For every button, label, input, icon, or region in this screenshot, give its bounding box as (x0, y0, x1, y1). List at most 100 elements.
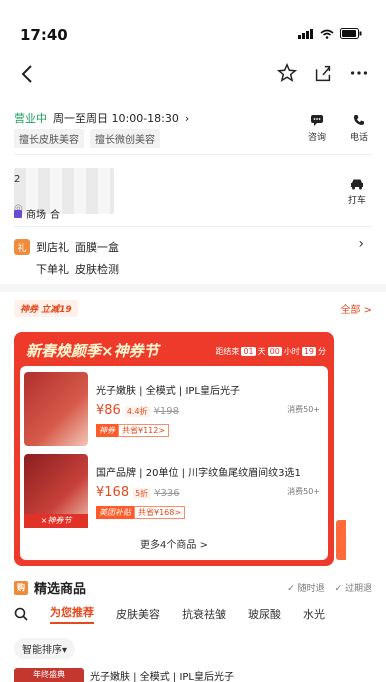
battery-icon (340, 28, 362, 39)
coupon-badge[interactable]: 神券 立减19 (14, 300, 78, 317)
product-price-row: ¥168 5折 ¥336 (96, 485, 180, 500)
category-tabs: 为您推荐 皮肤美容 抗衰祛皱 玻尿酸 水光 (14, 604, 325, 624)
countdown-hour-unit: 小时 (283, 347, 300, 356)
phone-label: 电话 (349, 133, 368, 143)
countdown-mins: 19 (301, 347, 316, 356)
tab-hyaluronic[interactable]: 玻尿酸 (248, 606, 281, 622)
product-sales: 消费50+ (287, 405, 320, 414)
product-ribbon: ×神券节 (24, 514, 88, 528)
gift-content: 面膜一盒 (75, 241, 119, 254)
product-price: ¥168 (96, 485, 130, 500)
product-thumbnail: 年终盛典 (14, 668, 84, 682)
product-name: 光子嫩肤 | 全模式 | IPL皇后光子 (90, 672, 235, 682)
promo-title: 新春焕颜季×神券节 (26, 342, 159, 360)
countdown-days: 01 (241, 347, 256, 356)
phone-icon (353, 115, 364, 125)
countdown-min-unit: 分 (318, 347, 326, 356)
contact-actions: 咨询 电话 (308, 114, 368, 143)
product-name: 光子嫩肤 | 全模式 | IPL皇后光子 (96, 386, 241, 397)
chevron-right-icon[interactable]: › (358, 236, 364, 252)
share-icon[interactable] (312, 62, 334, 84)
promo-card: 新春焕颜季×神券节 距结束 01 天 00 小时 19 分 光子嫩肤 | 全模式… (14, 332, 334, 566)
chevron-right-icon: › (184, 111, 190, 125)
mall-suffix: 合 (50, 210, 60, 221)
gift-type: 下单礼 (36, 263, 69, 276)
featured-section-header: 购 精选商品 ✓ 随时退 ✓ 过期退 (14, 578, 372, 597)
product-price: ¥86 (96, 403, 121, 418)
all-coupons-link[interactable]: 全部 > (340, 301, 372, 316)
section-title: 精选商品 (34, 582, 87, 597)
gift-type: 到店礼 (36, 241, 69, 254)
product-card[interactable]: ×神券节 国产品牌 | 20单位 | 川字纹鱼尾纹眉间纹3选1 ¥168 5折 … (24, 454, 324, 528)
gift-row: 下单礼 皮肤检测 (14, 258, 119, 280)
product-original-price: ¥336 (154, 488, 180, 499)
refund-flag-text: 过期退 (344, 584, 372, 594)
divider (14, 226, 372, 227)
consult-button[interactable]: 咨询 (308, 114, 326, 143)
consult-label: 咨询 (307, 133, 326, 143)
mall-label: 商场 (26, 210, 46, 221)
search-icon[interactable] (14, 607, 28, 621)
tab-recommended[interactable]: 为您推荐 (50, 604, 94, 624)
tab-hydra[interactable]: 水光 (303, 606, 325, 622)
product-original-price: ¥198 (153, 406, 180, 417)
tab-anti-aging[interactable]: 抗衰祛皱 (182, 606, 226, 622)
product-image (24, 372, 88, 446)
address-prefix: 2 (14, 174, 21, 185)
store-tags: 擅长皮肤美容 擅长微创美容 (14, 129, 160, 148)
countdown: 距结束 01 天 00 小时 19 分 (215, 346, 326, 357)
status-icons (298, 28, 362, 39)
business-hours[interactable]: 营业中 周一至周日 10:00-18:30 › (14, 110, 189, 126)
refund-flag: ✓ 过期退 (334, 584, 372, 594)
shop-badge-icon: 购 (14, 580, 28, 595)
product-image: ×神券节 (24, 454, 88, 528)
subsidy-tag: 美团补贴 (96, 506, 134, 519)
back-icon[interactable] (16, 62, 40, 86)
refund-flag-text: 随时退 (297, 584, 325, 594)
product-price-row: ¥86 4.4折 ¥198 (96, 403, 179, 418)
open-status: 营业中 (14, 112, 47, 125)
chat-icon (310, 115, 323, 126)
taxi-label: 打车 (347, 196, 366, 206)
wifi-icon (320, 29, 334, 39)
product-discount: 4.4折 (124, 406, 150, 417)
promo-product-list: 光子嫩肤 | 全模式 | IPL皇后光子 ¥86 4.4折 ¥198 神券 共省… (20, 366, 328, 560)
taxi-button[interactable]: 打车 (348, 178, 366, 206)
product-list-item[interactable]: 年终盛典 光子嫩肤 | 全模式 | IPL皇后光子 (14, 668, 372, 682)
gift-section[interactable]: 礼 到店礼 面膜一盒 下单礼 皮肤检测 (14, 236, 119, 280)
section-divider (0, 284, 386, 292)
phone-button[interactable]: 电话 (350, 114, 368, 143)
status-bar: 17:40 (0, 0, 386, 56)
side-promo-tab[interactable] (336, 520, 346, 560)
favorite-star-icon[interactable] (276, 62, 298, 84)
product-tags: 神券 共省¥112> (96, 424, 170, 437)
gift-badge-icon: 礼 (14, 239, 30, 255)
nav-actions (276, 62, 370, 84)
more-icon[interactable] (348, 62, 370, 84)
nav-bar (0, 56, 386, 96)
sort-dropdown[interactable]: 智能排序▾ (14, 638, 76, 659)
gift-row: 礼 到店礼 面膜一盒 (14, 236, 119, 258)
gift-content: 皮肤检测 (75, 263, 119, 276)
product-card[interactable]: 光子嫩肤 | 全模式 | IPL皇后光子 ¥86 4.4折 ¥198 神券 共省… (24, 372, 324, 446)
refund-flag: ✓ 随时退 (287, 584, 325, 594)
countdown-prefix: 距结束 (215, 347, 240, 356)
product-name: 国产品牌 | 20单位 | 川字纹鱼尾纹眉间纹3选1 (96, 468, 301, 479)
hours-text: 周一至周日 10:00-18:30 (53, 112, 179, 125)
coupon-header: 神券 立减19 全部 > (14, 300, 372, 317)
countdown-day-unit: 天 (257, 347, 266, 356)
product-sales: 消费50+ (287, 487, 320, 496)
signal-icon (298, 28, 313, 39)
store-tag: 擅长微创美容 (90, 129, 160, 148)
product-discount: 5折 (133, 488, 151, 499)
clock: 17:40 (20, 26, 68, 44)
divider (14, 154, 372, 155)
mall-row: 商场 合 (14, 206, 60, 221)
tab-skin-beauty[interactable]: 皮肤美容 (116, 606, 160, 622)
coupon-tag: 神券 (96, 424, 118, 437)
saving-tag: 共省¥112> (118, 424, 170, 437)
mall-icon (14, 209, 22, 218)
car-icon (350, 179, 363, 190)
countdown-hours: 00 (267, 347, 282, 356)
more-products-link[interactable]: 更多4个商品 > (20, 536, 328, 551)
